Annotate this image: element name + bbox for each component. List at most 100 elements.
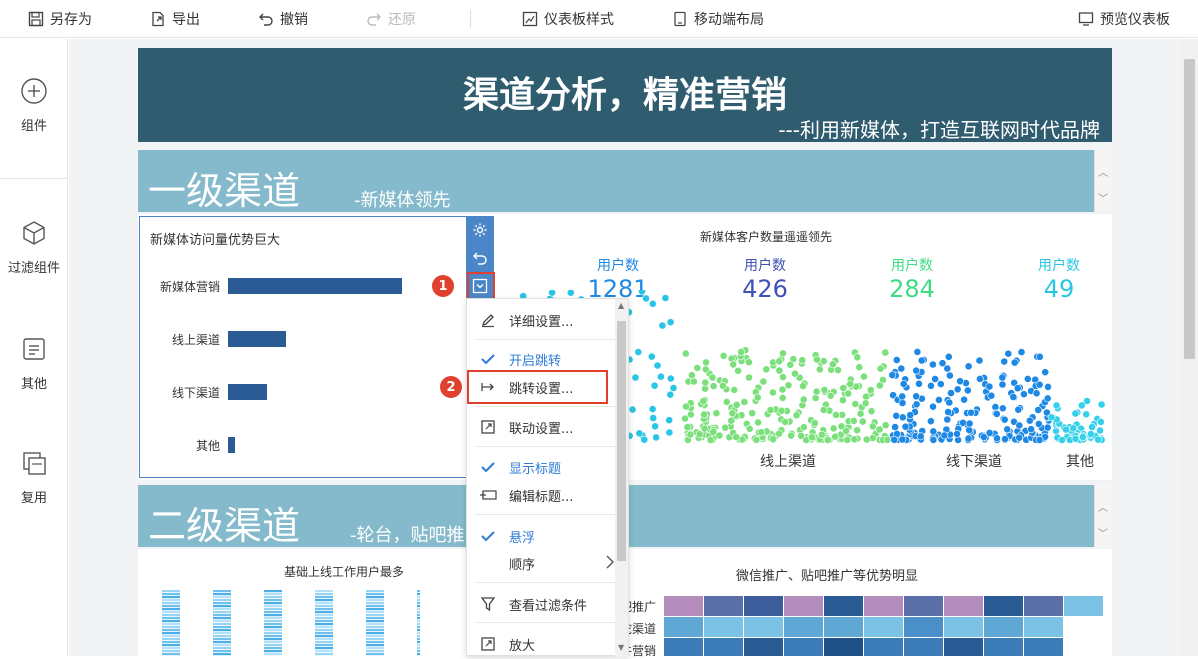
- heatmap-cell: [664, 638, 703, 656]
- dashboard-style-label: 仪表板样式: [544, 12, 614, 28]
- stripe-mark: [417, 590, 420, 593]
- scatter-point: [936, 380, 945, 388]
- stripe-mark: [417, 641, 420, 644]
- widget-settings-button[interactable]: [466, 216, 494, 244]
- heatmap-cell: [1024, 617, 1063, 637]
- scatter-point: [1097, 417, 1105, 426]
- axis-label: 线上渠道: [760, 454, 816, 470]
- sidebar-item-reuse[interactable]: 复用: [0, 449, 68, 506]
- heatmap-cell: [904, 596, 943, 616]
- menu-divider: [475, 339, 615, 340]
- scatter-point: [778, 394, 787, 402]
- stripe-mark: [315, 644, 333, 647]
- scatter-point: [752, 435, 761, 444]
- stripe-mark: [417, 620, 420, 623]
- scatter-point: [1062, 425, 1070, 434]
- stripe-mark: [366, 650, 384, 653]
- scatter-point: [719, 351, 728, 360]
- menu-item-order[interactable]: 顺序: [467, 548, 617, 578]
- sidebar-item-components[interactable]: 组件: [0, 77, 68, 134]
- bar[interactable]: [228, 384, 267, 400]
- menu-divider: [475, 406, 615, 407]
- section-scrollbar[interactable]: ︿ ﹀: [1094, 150, 1112, 212]
- menu-scrollbar[interactable]: ▲ ▼: [615, 299, 628, 657]
- scatter-point: [861, 399, 870, 408]
- scatter-point: [653, 361, 662, 370]
- menu-item-show-title[interactable]: 显示标题: [467, 452, 617, 482]
- stripe-mark: [366, 632, 384, 635]
- scatter-point: [778, 385, 787, 394]
- sidebar-item-other[interactable]: 其他: [0, 335, 68, 392]
- stat-key: 用户数: [744, 258, 786, 274]
- menu-item-edit-title[interactable]: 编辑标题...: [467, 480, 617, 510]
- stripe-mark: [264, 638, 282, 641]
- scatter-point: [762, 365, 771, 374]
- stripe-mark: [417, 593, 420, 596]
- mobile-layout-label: 移动端布局: [694, 12, 764, 28]
- stripe-mark: [315, 650, 333, 653]
- widget-back-button[interactable]: [466, 244, 494, 272]
- save-as-button[interactable]: 另存为: [28, 0, 92, 38]
- scatter-point: [799, 423, 808, 431]
- scatter-point: [823, 435, 832, 444]
- bar[interactable]: [228, 331, 286, 347]
- stripe-mark: [162, 620, 180, 623]
- bar[interactable]: [228, 437, 235, 453]
- scatter-point: [631, 373, 640, 382]
- canvas-scrollbar[interactable]: [1181, 39, 1198, 656]
- scatter-point: [1035, 352, 1044, 361]
- axis-label: 线下渠道: [946, 454, 1002, 470]
- title-edit-icon: [480, 490, 497, 500]
- stripe-mark: [264, 596, 282, 599]
- heatmap-cell: [784, 638, 823, 656]
- dashboard-style-button[interactable]: 仪表板样式: [522, 0, 614, 38]
- scatter-point: [722, 398, 731, 406]
- scrollbar-thumb[interactable]: [1184, 59, 1195, 359]
- heatmap-cell: [704, 617, 743, 637]
- scatter-point: [888, 371, 897, 379]
- section-scrollbar[interactable]: ︿ ﹀: [1094, 485, 1112, 547]
- stripe-mark: [264, 611, 282, 614]
- bar-row: 新媒体营销: [140, 277, 460, 295]
- bar[interactable]: [228, 278, 402, 294]
- sidebar-item-filter-components[interactable]: 过滤组件: [0, 219, 68, 276]
- scatter-point: [1097, 400, 1106, 409]
- stripe-mark: [213, 602, 231, 605]
- scatter-point: [709, 382, 718, 390]
- scatter-point: [732, 401, 741, 409]
- menu-scroll-thumb[interactable]: [617, 321, 626, 561]
- scatter-point: [960, 395, 968, 404]
- undo-icon: [259, 13, 273, 26]
- menu-item-view-filters[interactable]: 查看过滤条件: [467, 589, 617, 619]
- stripe-mark: [162, 626, 180, 629]
- menu-item-link-settings[interactable]: 联动设置...: [467, 412, 617, 442]
- stripe-mark: [315, 599, 333, 602]
- bar-chart-widget[interactable]: 新媒体访问量优势巨大 新媒体营销 线上渠道 线下渠道 其他: [139, 216, 467, 478]
- scatter-point: [964, 362, 973, 371]
- save-icon: [28, 11, 44, 27]
- scatter-point: [1032, 389, 1041, 398]
- scatter-point: [890, 435, 899, 444]
- stripe-mark: [213, 641, 231, 644]
- scatter-point: [912, 392, 921, 401]
- monitor-icon: [1078, 12, 1094, 26]
- menu-item-zoom[interactable]: 放大: [467, 629, 617, 659]
- scatter-point: [730, 386, 739, 394]
- redo-button[interactable]: 还原: [366, 0, 416, 38]
- menu-item-float[interactable]: 悬浮: [467, 521, 617, 551]
- edit-icon: [481, 314, 494, 328]
- menu-item-detail-settings[interactable]: 详细设置...: [467, 305, 617, 335]
- stripe-mark: [417, 596, 420, 599]
- mobile-layout-button[interactable]: 移动端布局: [672, 0, 764, 38]
- stripe-mark: [213, 653, 231, 656]
- preview-dashboard-button[interactable]: 预览仪表板: [1078, 0, 1170, 38]
- undo-button[interactable]: 撤销: [258, 0, 308, 38]
- export-button[interactable]: 导出: [150, 0, 200, 38]
- scatter-point: [931, 375, 939, 383]
- stripe-mark: [315, 608, 333, 611]
- stripe-mark: [315, 593, 333, 596]
- stripe-mark: [366, 599, 384, 602]
- scatter-point: [1043, 394, 1052, 403]
- stripe-mark: [366, 641, 384, 644]
- stripe-mark: [264, 590, 282, 593]
